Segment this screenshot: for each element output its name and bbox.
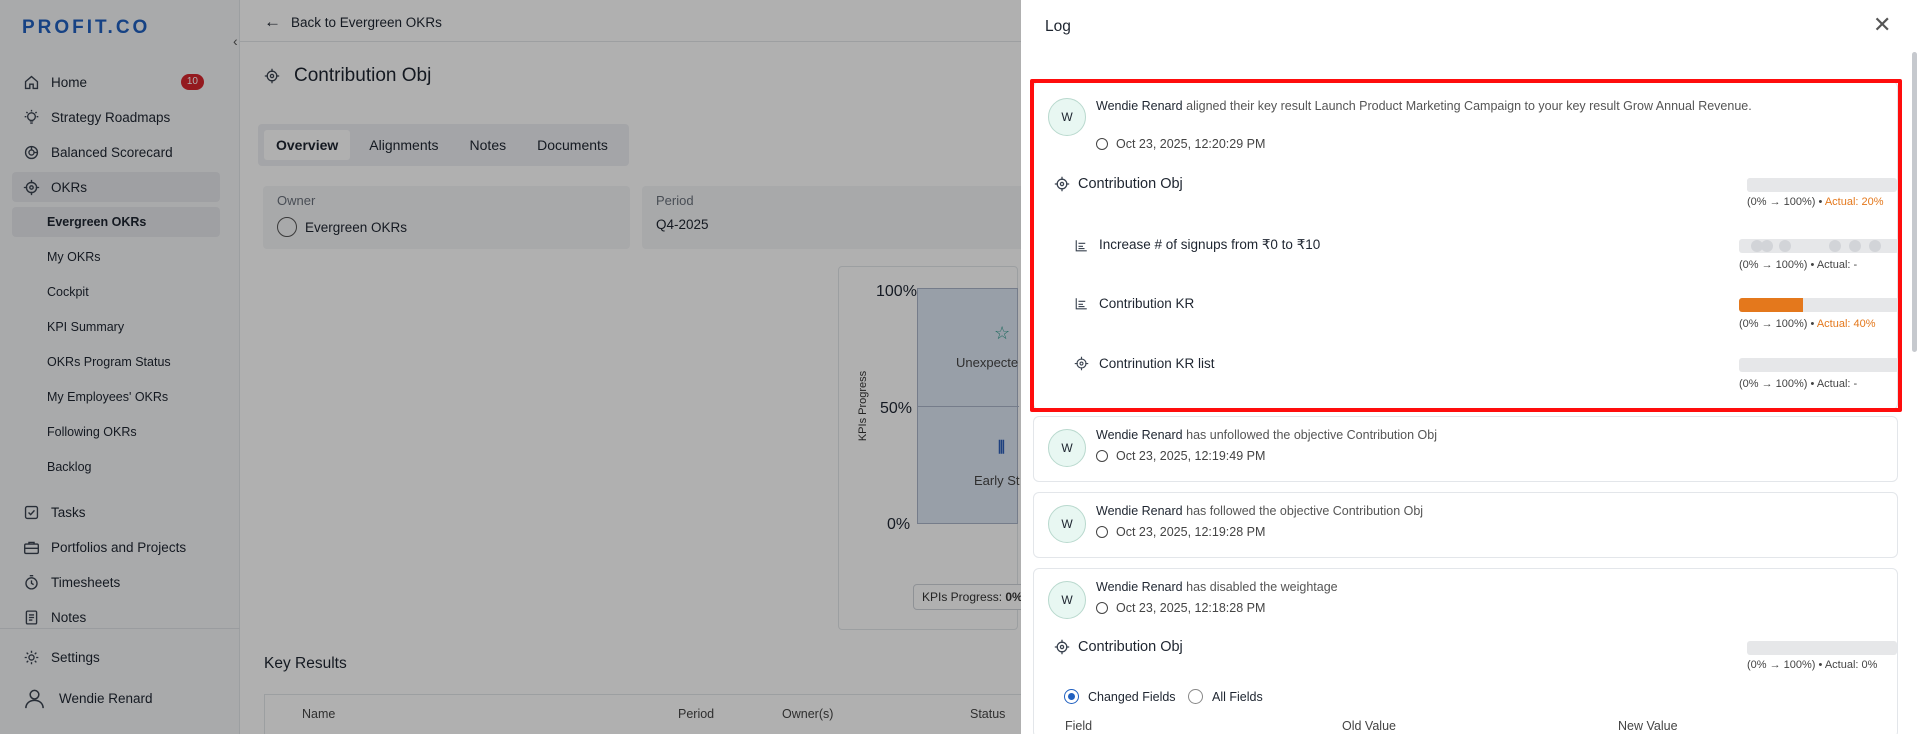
log-user[interactable]: Wendie Renard — [1096, 504, 1183, 518]
log-message: Wendie Renard has unfollowed the objecti… — [1096, 428, 1437, 442]
log-action: has disabled the weightage — [1186, 580, 1338, 594]
log-action: has unfollowed the objective Contributio… — [1186, 428, 1437, 442]
avatar: W — [1048, 429, 1086, 467]
log-timestamp: Oct 23, 2025, 12:19:49 PM — [1096, 449, 1265, 463]
close-icon[interactable]: ✕ — [1873, 14, 1891, 36]
log-action: has followed the objective Contribution … — [1186, 504, 1424, 518]
radio-unselected-icon — [1188, 689, 1203, 704]
changed-fields-radio[interactable]: Changed Fields — [1064, 689, 1176, 704]
objective-progress-bar — [1747, 641, 1897, 655]
avatar: W — [1048, 581, 1086, 619]
log-timestamp: Oct 23, 2025, 12:18:28 PM — [1096, 601, 1265, 615]
log-panel: Log ✕ W Wendie Renard aligned their key … — [1021, 0, 1919, 734]
new-value-column-header: New Value — [1618, 719, 1678, 733]
radio-selected-icon — [1064, 689, 1079, 704]
log-entry: W Wendie Renard has unfollowed the objec… — [1033, 416, 1898, 482]
log-time: Oct 23, 2025, 12:19:28 PM — [1116, 525, 1266, 539]
clock-icon — [1096, 450, 1108, 462]
objective-name: Contribution Obj — [1078, 639, 1183, 655]
highlight-box — [1030, 79, 1902, 412]
scrollbar[interactable] — [1912, 52, 1917, 352]
objective-range: (0% → 100%) • Actual: 0% — [1747, 659, 1878, 671]
old-value-column-header: Old Value — [1342, 719, 1396, 733]
field-column-header: Field — [1065, 719, 1093, 733]
log-message: Wendie Renard has followed the objective… — [1096, 504, 1423, 518]
all-fields-radio[interactable]: All Fields — [1188, 689, 1263, 704]
log-time: Oct 23, 2025, 12:18:28 PM — [1116, 601, 1266, 615]
log-message: Wendie Renard has disabled the weightage — [1096, 580, 1338, 594]
log-time: Oct 23, 2025, 12:19:49 PM — [1116, 449, 1266, 463]
log-user[interactable]: Wendie Renard — [1096, 580, 1183, 594]
log-title: Log — [1045, 18, 1071, 35]
target-icon — [1054, 639, 1070, 655]
log-entry: W Wendie Renard has disabled the weighta… — [1033, 568, 1898, 734]
app: PROFIT.CO ‹ Home 10 Strategy Roadmaps Ba… — [0, 0, 1919, 734]
clock-icon — [1096, 526, 1108, 538]
radio-label: All Fields — [1212, 689, 1263, 704]
clock-icon — [1096, 602, 1108, 614]
modal-overlay[interactable] — [0, 0, 1021, 734]
log-user[interactable]: Wendie Renard — [1096, 428, 1183, 442]
objective-row[interactable]: Contribution Obj — [1054, 639, 1183, 655]
avatar: W — [1048, 505, 1086, 543]
log-entry: W Wendie Renard has followed the objecti… — [1033, 492, 1898, 558]
radio-label: Changed Fields — [1088, 689, 1176, 704]
log-timestamp: Oct 23, 2025, 12:19:28 PM — [1096, 525, 1265, 539]
